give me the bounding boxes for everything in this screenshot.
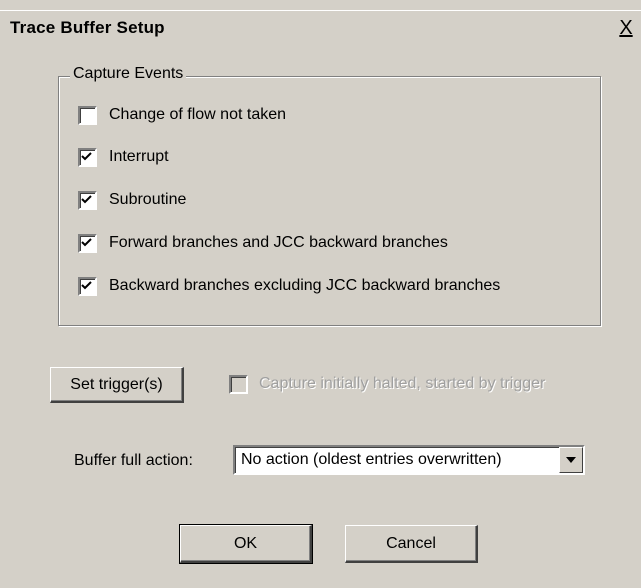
checkbox-label: Subroutine xyxy=(109,191,187,208)
checkbox-subroutine[interactable]: Subroutine xyxy=(78,190,186,210)
checkbox-box[interactable] xyxy=(78,147,97,167)
buffer-full-action-value: No action (oldest entries overwritten) xyxy=(241,451,502,468)
ok-label: OK xyxy=(233,534,258,552)
set-trigger-button[interactable]: Set trigger(s) xyxy=(50,367,184,403)
dropdown-arrow-icon[interactable] xyxy=(559,447,583,473)
close-icon[interactable]: X xyxy=(614,17,638,41)
checkbox-box[interactable] xyxy=(78,105,97,125)
ok-button[interactable]: OK xyxy=(179,524,313,564)
chevron-down-icon xyxy=(566,457,576,463)
checkmark-icon xyxy=(81,280,92,289)
dialog-title: Trace Buffer Setup xyxy=(10,18,165,37)
checkbox-change-of-flow-not-taken[interactable]: Change of flow not taken xyxy=(78,105,286,125)
checkbox-label: Capture initially halted, started by tri… xyxy=(259,375,546,392)
checkbox-interrupt[interactable]: Interrupt xyxy=(78,147,169,167)
checkbox-backward-branches[interactable]: Backward branches excluding JCC backward… xyxy=(78,276,500,296)
checkbox-capture-initially-halted[interactable]: Capture initially halted, started by tri… xyxy=(229,374,545,394)
cancel-label: Cancel xyxy=(386,534,436,552)
buffer-full-action-label: Buffer full action: xyxy=(74,452,193,469)
checkbox-forward-branches[interactable]: Forward branches and JCC backward branch… xyxy=(78,233,448,253)
checkbox-label: Interrupt xyxy=(109,148,169,165)
trace-buffer-setup-dialog: Trace Buffer Setup X Capture Events Chan… xyxy=(0,0,641,588)
title-bar: Trace Buffer Setup X xyxy=(0,10,641,47)
set-trigger-label: Set trigger(s) xyxy=(70,375,163,393)
checkmark-icon xyxy=(81,194,92,203)
capture-events-legend: Capture Events xyxy=(70,65,187,83)
checkmark-icon xyxy=(81,237,92,246)
checkbox-box[interactable] xyxy=(78,190,97,210)
checkbox-label: Backward branches excluding JCC backward… xyxy=(109,277,501,294)
checkmark-icon xyxy=(81,151,92,160)
checkbox-box[interactable] xyxy=(78,233,97,253)
cancel-button[interactable]: Cancel xyxy=(345,525,478,563)
checkbox-label: Change of flow not taken xyxy=(109,106,287,123)
checkbox-label: Forward branches and JCC backward branch… xyxy=(109,234,448,251)
buffer-full-action-select[interactable]: No action (oldest entries overwritten) xyxy=(233,445,585,475)
checkbox-box[interactable] xyxy=(229,374,248,394)
checkbox-box[interactable] xyxy=(78,276,97,296)
